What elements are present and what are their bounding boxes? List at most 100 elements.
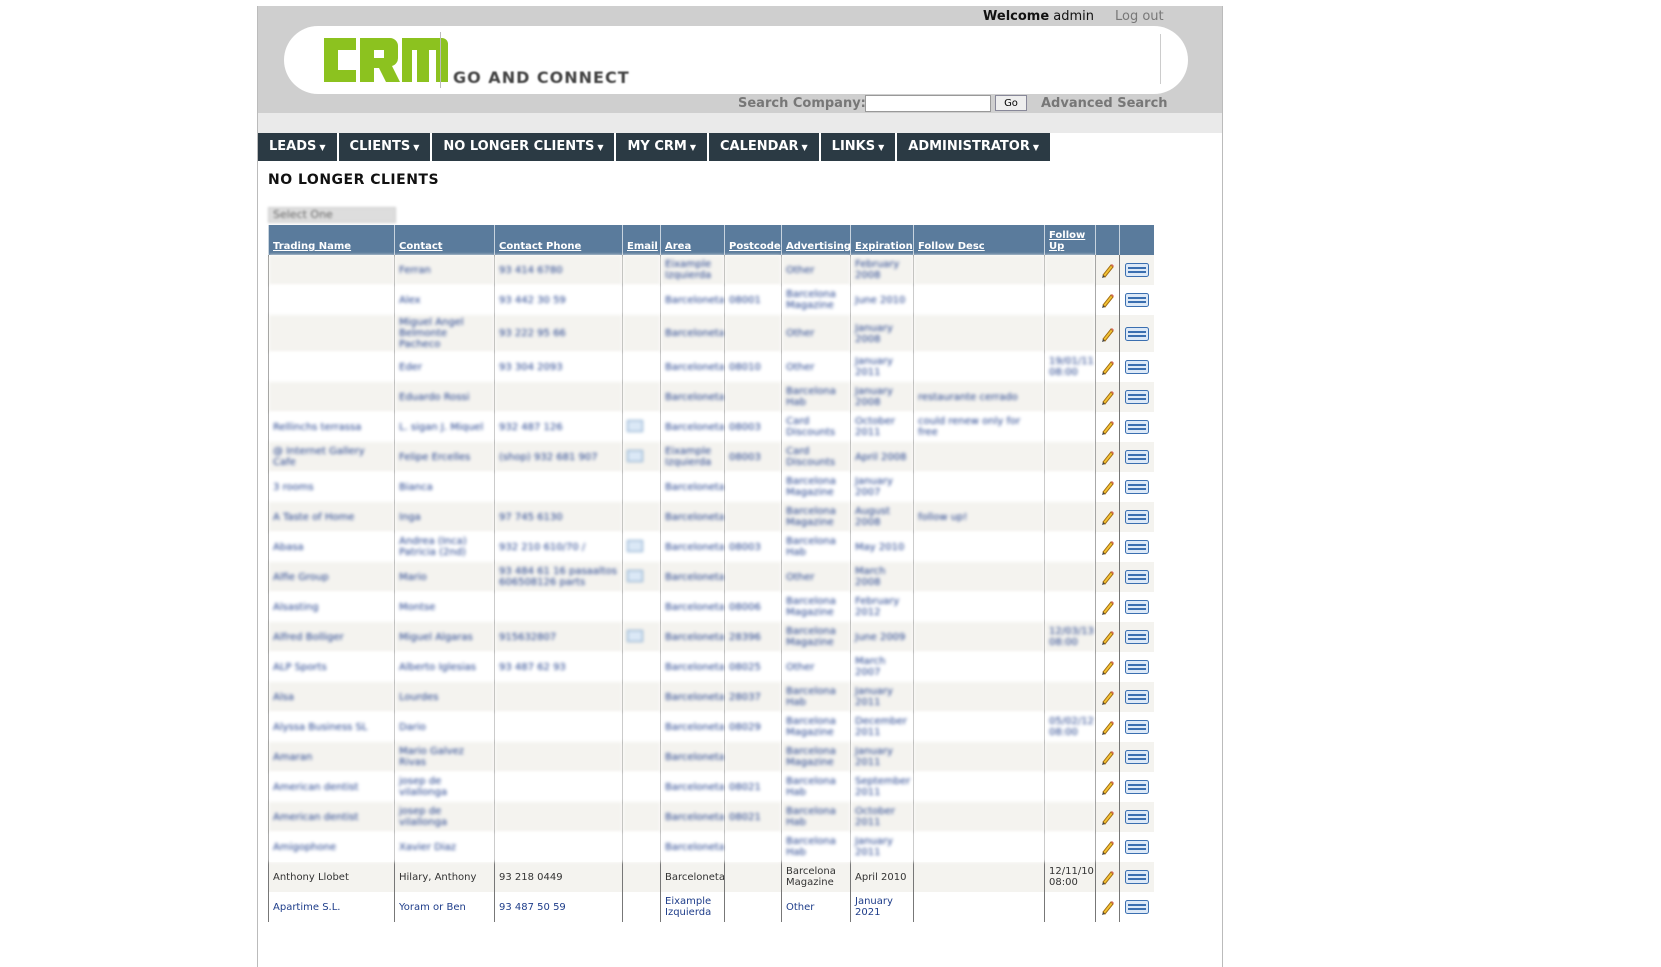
trading-name-cell-text[interactable]: Anthony Llobet: [273, 872, 349, 883]
col-expiration[interactable]: Expiration: [850, 225, 914, 255]
area-cell-text[interactable]: Barceloneta: [665, 632, 725, 643]
advertising-cell-text[interactable]: Barcelona Magazine: [786, 506, 836, 528]
contact-cell-text[interactable]: Ferran: [399, 265, 431, 276]
edit-cell[interactable]: [1095, 892, 1120, 922]
advertising-cell-text[interactable]: Other: [786, 362, 814, 373]
edit-cell[interactable]: [1095, 532, 1120, 562]
area-cell-text[interactable]: Barceloneta: [665, 842, 725, 853]
view-cell[interactable]: [1119, 285, 1154, 315]
email-cell[interactable]: [622, 622, 661, 652]
trading-name-cell-text[interactable]: 3 rooms: [273, 482, 314, 493]
email-cell[interactable]: [622, 532, 661, 562]
col-contact-phone[interactable]: Contact Phone: [494, 225, 623, 255]
advertising-cell-text[interactable]: Card Discounts: [786, 446, 835, 468]
edit-cell[interactable]: [1095, 862, 1120, 892]
edit-cell[interactable]: [1095, 742, 1120, 772]
pencil-icon[interactable]: [1100, 292, 1116, 308]
view-cell[interactable]: [1119, 315, 1154, 352]
expiration-cell-text[interactable]: January 2011: [855, 746, 893, 768]
area-cell-text[interactable]: Barceloneta: [665, 542, 725, 553]
postcode-cell-text[interactable]: 08021: [729, 782, 761, 793]
edit-cell[interactable]: [1095, 652, 1120, 682]
view-cell[interactable]: [1119, 862, 1154, 892]
pencil-icon[interactable]: [1100, 689, 1116, 705]
trading-name-cell-text[interactable]: Abasa: [273, 542, 304, 553]
pencil-icon[interactable]: [1100, 779, 1116, 795]
pencil-icon[interactable]: [1100, 869, 1116, 885]
contact-cell-text[interactable]: Miguel Angel Belmonte Pacheco: [399, 317, 464, 350]
pencil-icon[interactable]: [1100, 899, 1116, 915]
pencil-icon[interactable]: [1100, 839, 1116, 855]
trading-name-cell-text[interactable]: Alyssa Business SL: [273, 722, 367, 733]
follow-up-cell-text[interactable]: 05/02/12 08:00: [1049, 716, 1094, 738]
logout-link[interactable]: Log out: [1115, 9, 1164, 24]
edit-cell[interactable]: [1095, 802, 1120, 832]
postcode-cell-text[interactable]: 08003: [729, 542, 761, 553]
col-trading-name[interactable]: Trading Name: [268, 225, 395, 255]
col-area[interactable]: Area: [660, 225, 725, 255]
nav-no-longer-clients[interactable]: NO LONGER CLIENTS ▼: [432, 133, 615, 161]
edit-cell[interactable]: [1095, 772, 1120, 802]
contact-cell-text[interactable]: Alex: [399, 295, 421, 306]
trading-name-cell-text[interactable]: A Taste of Home: [273, 512, 354, 523]
card-icon[interactable]: [1124, 600, 1149, 614]
card-icon[interactable]: [1124, 293, 1149, 307]
view-cell[interactable]: [1119, 502, 1154, 532]
contact-phone-cell-text[interactable]: 915632807: [499, 632, 556, 643]
contact-phone-cell-text[interactable]: 93 484 61 16 pasaaltos 606508126 parts: [499, 566, 617, 588]
contact-phone-cell-text[interactable]: 93 218 0449: [499, 872, 563, 883]
pencil-icon[interactable]: [1100, 359, 1116, 375]
area-cell-text[interactable]: Eixample Izquierda: [665, 896, 711, 918]
view-cell[interactable]: [1119, 772, 1154, 802]
nav-calendar[interactable]: CALENDAR ▼: [709, 133, 819, 161]
contact-cell-text[interactable]: Bianca: [399, 482, 433, 493]
area-cell-text[interactable]: Barceloneta: [665, 812, 725, 823]
view-cell[interactable]: [1119, 682, 1154, 712]
area-cell-text[interactable]: Barceloneta: [665, 512, 725, 523]
edit-cell[interactable]: [1095, 562, 1120, 592]
trading-name-cell-text[interactable]: Rellinchs terrassa: [273, 422, 361, 433]
pencil-icon[interactable]: [1100, 389, 1116, 405]
pencil-icon[interactable]: [1100, 809, 1116, 825]
area-cell-text[interactable]: Barceloneta: [665, 602, 725, 613]
advertising-cell-text[interactable]: Barcelona Magazine: [786, 289, 836, 311]
pencil-icon[interactable]: [1100, 719, 1116, 735]
edit-cell[interactable]: [1095, 502, 1120, 532]
trading-name-cell-text[interactable]: Amigophone: [273, 842, 336, 853]
postcode-cell-text[interactable]: 08003: [729, 452, 761, 463]
contact-cell-text[interactable]: Montse: [399, 602, 435, 613]
pencil-icon[interactable]: [1100, 659, 1116, 675]
advertising-cell-text[interactable]: Barcelona Hab: [786, 536, 836, 558]
view-cell[interactable]: [1119, 592, 1154, 622]
card-icon[interactable]: [1124, 840, 1149, 854]
expiration-cell-text[interactable]: October 2011: [855, 416, 895, 438]
card-icon[interactable]: [1124, 263, 1149, 277]
edit-cell[interactable]: [1095, 592, 1120, 622]
envelope-icon[interactable]: [627, 629, 643, 642]
advertising-cell-text[interactable]: Barcelona Magazine: [786, 626, 836, 648]
area-cell-text[interactable]: Eixample Izquierda: [665, 259, 711, 281]
expiration-cell-text[interactable]: October 2011: [855, 806, 895, 828]
card-icon[interactable]: [1124, 810, 1149, 824]
pencil-icon[interactable]: [1100, 479, 1116, 495]
postcode-cell-text[interactable]: 08003: [729, 422, 761, 433]
expiration-cell-text[interactable]: March 2007: [855, 656, 885, 678]
edit-cell[interactable]: [1095, 442, 1120, 472]
expiration-cell-text[interactable]: January 2021: [855, 896, 893, 918]
expiration-cell-text[interactable]: January 2007: [855, 476, 893, 498]
edit-cell[interactable]: [1095, 255, 1120, 285]
follow-desc-cell-text[interactable]: follow up!: [918, 512, 967, 523]
contact-phone-cell-text[interactable]: 932 487 126: [499, 422, 563, 433]
advertising-cell-text[interactable]: Barcelona Hab: [786, 776, 836, 798]
search-company-input[interactable]: [865, 95, 991, 112]
card-icon[interactable]: [1124, 870, 1149, 884]
contact-cell-text[interactable]: Eduardo Rossi: [399, 392, 470, 403]
advertising-cell-text[interactable]: Barcelona Hab: [786, 806, 836, 828]
advertising-cell-text[interactable]: Barcelona Hab: [786, 836, 836, 858]
advertising-cell-text[interactable]: Other: [786, 662, 814, 673]
edit-cell[interactable]: [1095, 412, 1120, 442]
card-icon[interactable]: [1124, 390, 1149, 404]
edit-cell[interactable]: [1095, 682, 1120, 712]
view-cell[interactable]: [1119, 562, 1154, 592]
postcode-cell-text[interactable]: 08001: [729, 295, 761, 306]
